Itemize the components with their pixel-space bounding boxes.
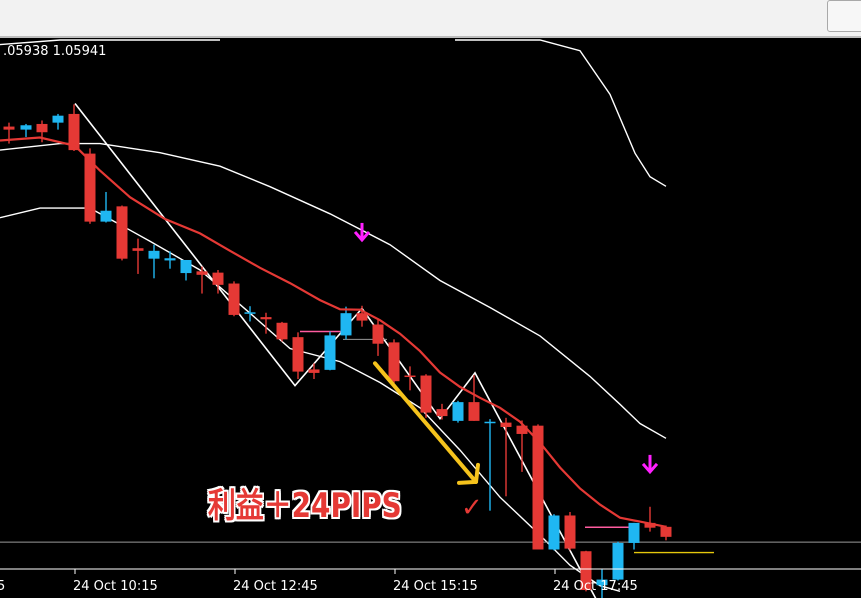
candle-body (356, 313, 368, 321)
chart-window: 5 24 Oct 10:15 24 Oct 12:45 24 Oct 15:15 24 … (0, 0, 861, 598)
candle-body (372, 324, 384, 344)
candle-body (116, 206, 128, 259)
x-tick-label: 24 Oct 12:45 (233, 579, 318, 594)
candle (180, 259, 192, 281)
candle-body (468, 402, 480, 421)
candle-body (500, 422, 512, 427)
x-tick-label: 24 Oct 10:15 (73, 579, 158, 594)
candle-body (660, 526, 672, 537)
down-arrow-icon (353, 222, 371, 243)
candle (292, 332, 304, 380)
candle-body (100, 210, 112, 222)
candle-body (340, 313, 352, 336)
candle-body (452, 402, 464, 421)
candle (276, 321, 288, 342)
candle-body (628, 522, 640, 543)
candle (52, 113, 64, 130)
candle-body (36, 123, 48, 133)
candle (500, 417, 512, 497)
check-mark-icon: ✓ (461, 493, 483, 523)
profit-annotation: 利益＋24PIPS (208, 486, 402, 526)
time-axis: 5 24 Oct 10:15 24 Oct 12:45 24 Oct 15:15 24 … (0, 568, 861, 594)
candle (628, 522, 640, 550)
candle (468, 375, 480, 421)
candle-body (308, 369, 320, 373)
candle-body (276, 322, 288, 340)
price-levels (0, 330, 861, 554)
candle-body (548, 515, 560, 550)
candle (484, 419, 496, 511)
band-lower-line (0, 207, 621, 592)
candle-body (324, 335, 336, 370)
candle-body (180, 259, 192, 274)
candle-body (196, 271, 208, 275)
candle (532, 424, 544, 550)
candle-body (388, 342, 400, 382)
candle (612, 541, 624, 581)
candle-body (228, 283, 240, 315)
candle (20, 123, 32, 138)
candle (228, 281, 240, 317)
candle-body (484, 421, 496, 424)
candle (164, 251, 176, 269)
x-tick-label: 24 Oct 17:45 (553, 579, 638, 594)
candle-body (260, 317, 272, 320)
candle (116, 205, 128, 261)
candle-body (420, 375, 432, 413)
candle-body (3, 126, 15, 130)
candle (308, 363, 320, 380)
candle (564, 511, 576, 551)
candle-body (244, 312, 256, 314)
candle (212, 270, 224, 294)
candle (420, 374, 432, 418)
band-middle-line (0, 142, 667, 439)
candle (324, 331, 336, 371)
candle (100, 191, 112, 223)
candle-body (612, 542, 624, 580)
candle (244, 306, 256, 322)
candle-body (164, 258, 176, 261)
candle (148, 244, 160, 279)
candle-body (292, 337, 304, 372)
down-arrow-icon (641, 454, 659, 475)
candle (548, 514, 560, 551)
candle-body (148, 250, 160, 259)
candle-body (404, 375, 416, 378)
candle (452, 400, 464, 423)
band-upper2-line (455, 39, 667, 187)
candle-body (212, 272, 224, 285)
price-chart[interactable]: 5 24 Oct 10:15 24 Oct 12:45 24 Oct 15:15 24 … (0, 0, 861, 598)
x-tick-label: 24 Oct 15:15 (393, 579, 478, 594)
candle (644, 506, 656, 532)
candle-body (52, 115, 64, 123)
candle (388, 339, 400, 383)
x-tick-label: 5 (0, 579, 5, 594)
candle (340, 306, 352, 340)
candle (372, 319, 384, 356)
candle (132, 238, 144, 274)
candle (660, 525, 672, 541)
candle-body (132, 248, 144, 251)
candle-body (564, 515, 576, 549)
quote-readout: .05938 1.05941 (3, 44, 107, 59)
candle-body (436, 409, 448, 417)
candle-body (20, 125, 32, 130)
